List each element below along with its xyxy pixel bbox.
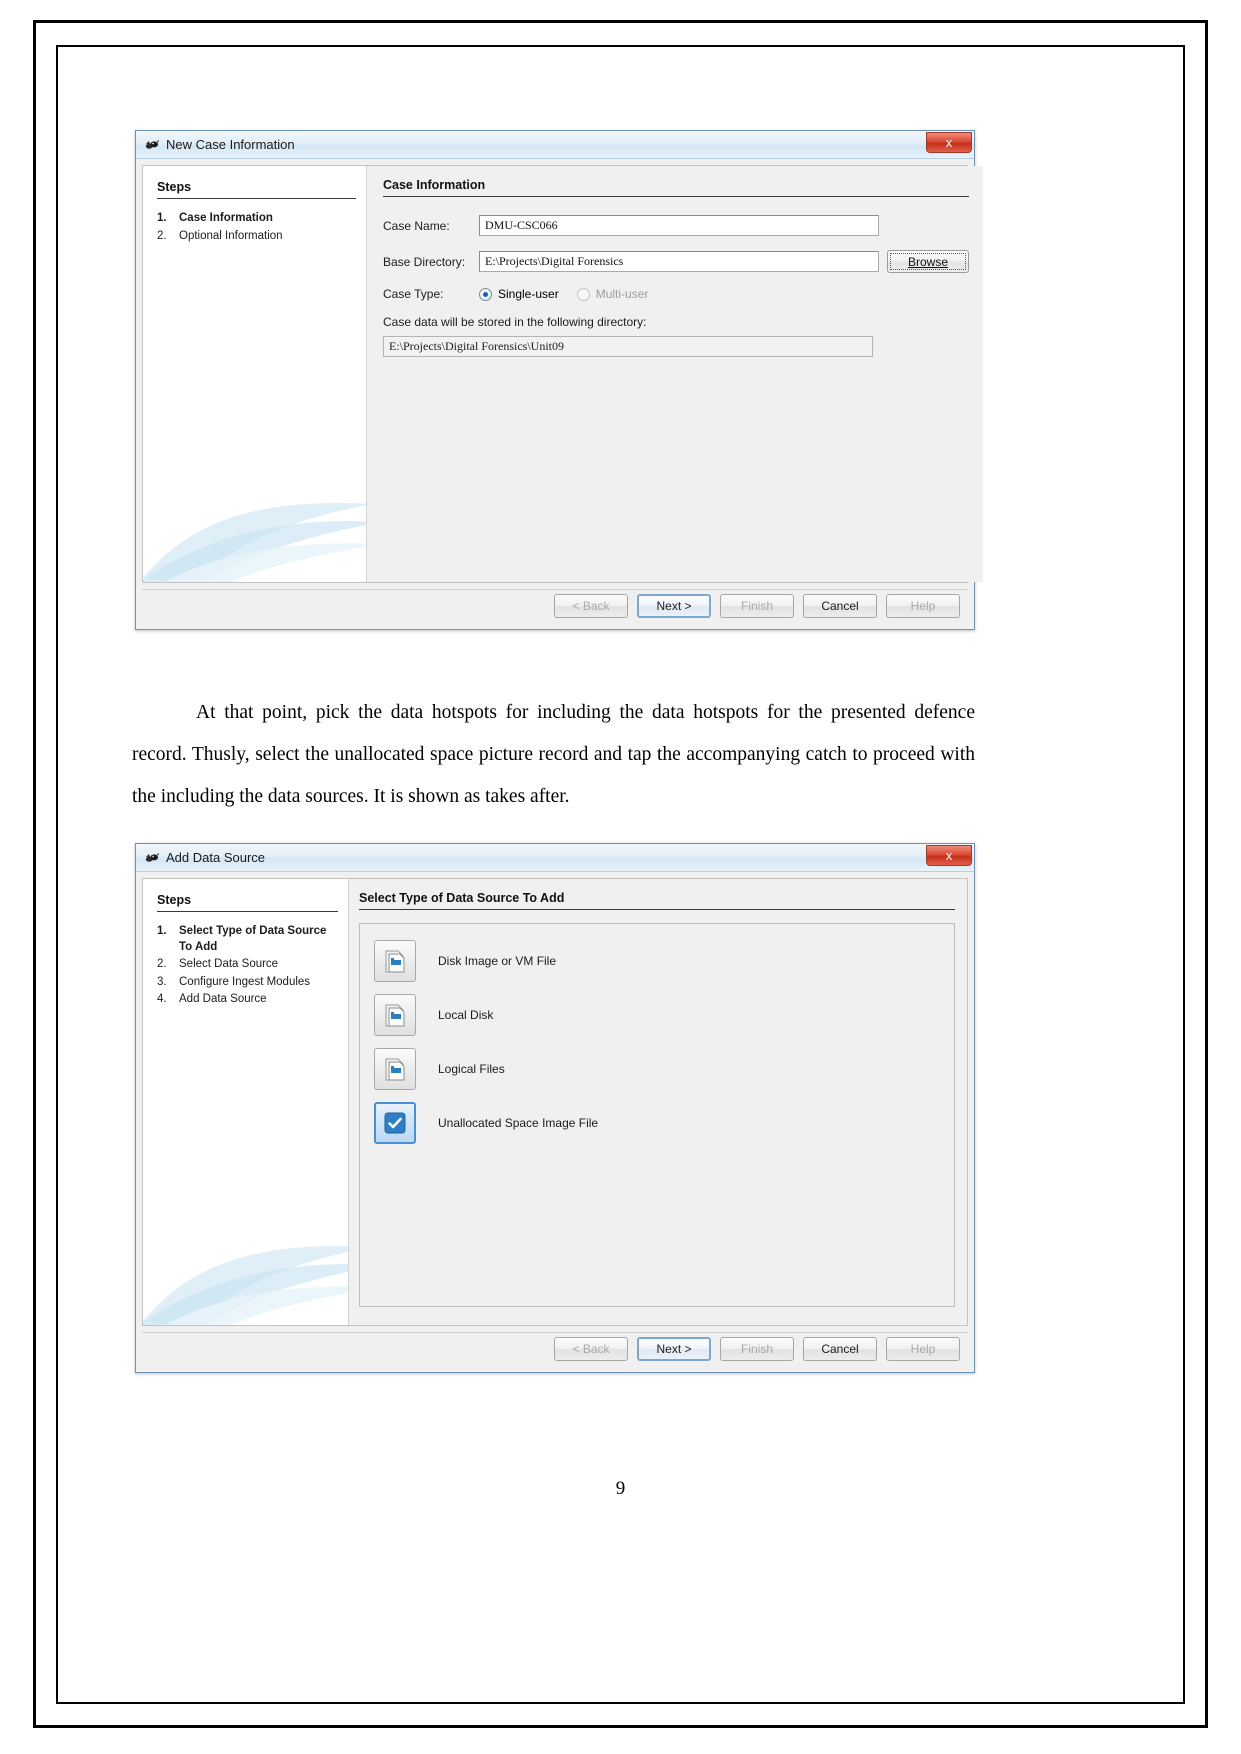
add-data-source-body: Steps 1. Select Type of Data Source To A… [142,878,968,1326]
disk-image-icon [374,940,416,982]
add-data-source-content-pane: Select Type of Data Source To Add Disk I… [349,879,967,1325]
body-paragraph: At that point, pick the data hotspots fo… [132,701,975,807]
add-data-source-title-text: Add Data Source [166,850,266,865]
content-header: Select Type of Data Source To Add [359,891,955,910]
base-directory-label: Base Directory: [383,254,466,269]
step-item-add-data-source[interactable]: 4. Add Data Source [157,992,338,1008]
step-label: Select Type of Data Source To Add [179,925,327,953]
content-header: Case Information [383,178,969,197]
new-case-titlebar: New Case Information x [136,131,974,159]
case-type-row: Case Type: Single-user Multi-user [383,287,969,301]
logical-files-icon [374,1048,416,1090]
footer-divider [142,1332,968,1333]
add-data-source-steps-list: 1. Select Type of Data Source To Add 2. … [157,924,338,1008]
radio-label: Multi-user [595,287,649,301]
steps-header: Steps [157,893,338,912]
radio-single-user[interactable]: Single-user [479,287,559,301]
data-source-item-unallocated-space[interactable]: Unallocated Space Image File [360,1096,954,1150]
add-data-source-titlebar: Add Data Source x [136,844,974,872]
next-button[interactable]: Next > [637,594,711,618]
step-number: 2. [157,229,167,242]
new-case-body: Steps 1. Case Information 2. Optional In… [142,165,983,583]
close-icon[interactable]: x [926,845,972,866]
data-source-item-local-disk[interactable]: Local Disk [360,988,954,1042]
browse-button[interactable]: Browse [887,250,969,273]
data-source-label: Disk Image or VM File [438,954,557,968]
base-directory-row: Base Directory: E:\Projects\Digital Fore… [383,250,969,273]
case-name-input[interactable]: DMU-CSC066 [479,215,879,236]
new-case-content-pane: Case Information Case Name: DMU-CSC066 B… [367,166,983,582]
case-type-radio-group: Single-user Multi-user [479,287,666,301]
storage-hint-text: Case data will be stored in the followin… [383,315,647,329]
back-button[interactable]: < Back [554,1337,628,1361]
step-number: 3. [157,975,167,988]
step-item-select-data-source[interactable]: 2. Select Data Source [157,957,338,973]
unallocated-space-icon [374,1102,416,1144]
step-item-configure-ingest-modules[interactable]: 3. Configure Ingest Modules [157,975,338,991]
new-case-footer: < Back Next > Finish Cancel Help [142,589,968,623]
data-source-label: Logical Files [438,1062,505,1076]
base-directory-input[interactable]: E:\Projects\Digital Forensics [479,251,879,272]
new-case-steps-list: 1. Case Information 2. Optional Informat… [157,211,356,244]
step-item-case-information[interactable]: 1. Case Information [157,211,356,227]
step-label: Configure Ingest Modules [179,975,311,988]
help-button[interactable]: Help [886,1337,960,1361]
data-source-type-list[interactable]: Disk Image or VM File Local Disk Logical… [359,923,955,1307]
step-label: Optional Information [179,229,283,242]
step-label: Select Data Source [179,958,279,971]
radio-label: Single-user [498,287,559,301]
local-disk-icon [374,994,416,1036]
page-number: 9 [615,1478,626,1499]
data-source-item-disk-image[interactable]: Disk Image or VM File [360,934,954,988]
new-case-title-text: New Case Information [166,137,295,152]
next-button[interactable]: Next > [637,1337,711,1361]
autopsy-app-icon [144,137,160,153]
data-source-label: Local Disk [438,1008,494,1022]
case-name-label: Case Name: [383,218,450,233]
step-label: Add Data Source [179,993,267,1006]
data-source-item-logical-files[interactable]: Logical Files [360,1042,954,1096]
radio-dot-icon [479,287,492,301]
case-type-label: Case Type: [383,287,444,301]
data-source-label: Unallocated Space Image File [438,1116,599,1130]
footer-divider [142,589,968,590]
steps-header: Steps [157,180,356,199]
add-data-source-dialog: Add Data Source x Steps 1. Select Type o… [135,843,975,1373]
autopsy-app-icon [144,850,160,866]
case-name-row: Case Name: DMU-CSC066 [383,215,969,236]
new-case-steps-pane: Steps 1. Case Information 2. Optional In… [143,166,367,582]
new-case-information-dialog: New Case Information x Steps 1. Case Inf… [135,130,983,630]
decorative-swoosh-graphic [143,502,366,582]
step-item-optional-information[interactable]: 2. Optional Information [157,229,356,245]
step-number: 4. [157,993,167,1006]
add-data-source-steps-pane: Steps 1. Select Type of Data Source To A… [143,879,349,1325]
cancel-button[interactable]: Cancel [803,594,877,618]
step-label: Case Information [179,212,273,224]
step-number: 1. [157,925,167,937]
back-button[interactable]: < Back [554,594,628,618]
step-number: 1. [157,212,167,224]
finish-button[interactable]: Finish [720,1337,794,1361]
decorative-swoosh-graphic [143,1245,348,1325]
step-item-select-type-of-data-source[interactable]: 1. Select Type of Data Source To Add [157,924,338,955]
help-button[interactable]: Help [886,594,960,618]
browse-button-label: Browse [907,254,948,269]
finish-button[interactable]: Finish [720,594,794,618]
storage-path-field: E:\Projects\Digital Forensics\Unit09 [383,336,873,357]
radio-multi-user[interactable]: Multi-user [576,287,649,301]
step-number: 2. [157,958,167,971]
add-data-source-footer: < Back Next > Finish Cancel Help [142,1332,968,1366]
close-icon[interactable]: x [926,132,972,153]
radio-dot-icon [576,287,590,301]
cancel-button[interactable]: Cancel [803,1337,877,1361]
